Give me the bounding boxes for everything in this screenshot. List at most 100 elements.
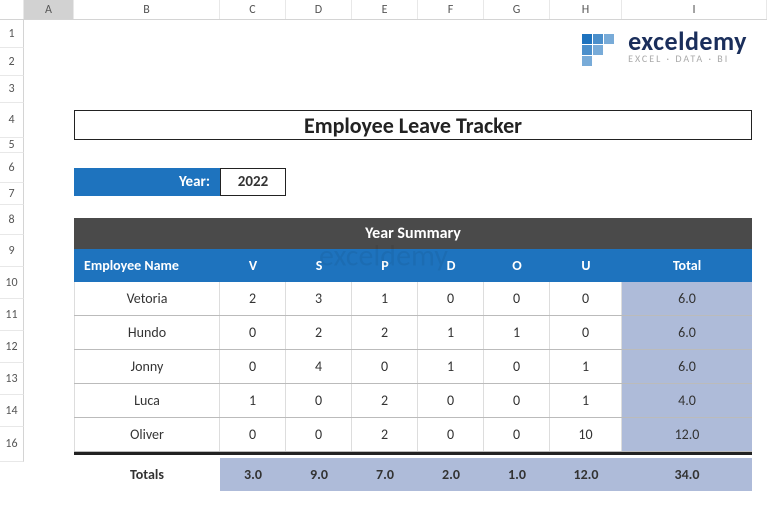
o-cell[interactable]: 0 [484, 350, 550, 383]
v-cell[interactable]: 0 [220, 350, 286, 383]
u-cell[interactable]: 1 [550, 350, 622, 383]
select-all-cell[interactable] [0, 0, 24, 19]
year-label: Year: [74, 168, 220, 196]
col-C[interactable]: C [220, 0, 286, 19]
page-title: Employee Leave Tracker [74, 110, 752, 140]
v-cell[interactable]: 0 [220, 418, 286, 451]
header-o: O [484, 249, 550, 282]
row-14[interactable]: 14 [0, 395, 24, 427]
row-2[interactable]: 2 [0, 48, 24, 76]
col-E[interactable]: E [352, 0, 418, 19]
p-cell[interactable]: 1 [352, 282, 418, 315]
v-cell[interactable]: 1 [220, 384, 286, 417]
table-row: Oliver002001012.0 [74, 418, 752, 452]
employee-name-cell[interactable]: Jonny [74, 350, 220, 383]
year-value-cell[interactable]: 2022 [220, 168, 286, 196]
header-u: U [550, 249, 622, 282]
header-employee-name: Employee Name [74, 249, 220, 282]
table-row: Hundo0221106.0 [74, 316, 752, 350]
totals-label: Totals [74, 458, 220, 491]
employee-name-cell[interactable]: Hundo [74, 316, 220, 349]
row-4[interactable]: 4 [0, 103, 24, 138]
o-cell[interactable]: 1 [484, 316, 550, 349]
totals-p[interactable]: 7.0 [352, 458, 418, 491]
row-headers: 123456789101112131416 [0, 20, 24, 462]
totals-v[interactable]: 3.0 [220, 458, 286, 491]
d-cell[interactable]: 1 [418, 350, 484, 383]
p-cell[interactable]: 2 [352, 316, 418, 349]
d-cell[interactable]: 0 [418, 418, 484, 451]
table-row: Vetoria2310006.0 [74, 282, 752, 316]
logo-title: exceldemy [628, 28, 747, 54]
col-H[interactable]: H [550, 0, 622, 19]
row-8[interactable]: 8 [0, 205, 24, 235]
row-5[interactable]: 5 [0, 138, 24, 153]
table-row: Luca1020014.0 [74, 384, 752, 418]
header-p: P [352, 249, 418, 282]
p-cell[interactable]: 2 [352, 418, 418, 451]
logo-mark-icon [582, 26, 622, 66]
column-headers: A B C D E F G H I [0, 0, 767, 20]
header-v: V [220, 249, 286, 282]
o-cell[interactable]: 0 [484, 282, 550, 315]
row-12[interactable]: 12 [0, 331, 24, 363]
year-summary-table: Year Summary Employee Name V S P D O U T… [74, 218, 752, 491]
row-10[interactable]: 10 [0, 267, 24, 299]
col-F[interactable]: F [418, 0, 484, 19]
o-cell[interactable]: 0 [484, 384, 550, 417]
totals-u[interactable]: 12.0 [550, 458, 622, 491]
row-16[interactable]: 16 [0, 427, 24, 462]
total-cell[interactable]: 4.0 [622, 384, 752, 417]
header-s: S [286, 249, 352, 282]
total-cell[interactable]: 6.0 [622, 282, 752, 315]
table-row: Jonny0401016.0 [74, 350, 752, 384]
header-d: D [418, 249, 484, 282]
employee-name-cell[interactable]: Oliver [74, 418, 220, 451]
total-cell[interactable]: 6.0 [622, 350, 752, 383]
d-cell[interactable]: 1 [418, 316, 484, 349]
s-cell[interactable]: 0 [286, 418, 352, 451]
col-B[interactable]: B [74, 0, 220, 19]
o-cell[interactable]: 0 [484, 418, 550, 451]
col-I[interactable]: I [622, 0, 767, 19]
totals-row: Totals 3.0 9.0 7.0 2.0 1.0 12.0 34.0 [74, 458, 752, 491]
s-cell[interactable]: 4 [286, 350, 352, 383]
total-cell[interactable]: 6.0 [622, 316, 752, 349]
row-9[interactable]: 9 [0, 235, 24, 267]
total-cell[interactable]: 12.0 [622, 418, 752, 451]
year-row: Year: 2022 [74, 168, 286, 196]
row-13[interactable]: 13 [0, 363, 24, 395]
employee-name-cell[interactable]: Vetoria [74, 282, 220, 315]
row-1[interactable]: 1 [0, 20, 24, 48]
u-cell[interactable]: 10 [550, 418, 622, 451]
logo-subtitle: EXCEL · DATA · BI [628, 54, 747, 64]
u-cell[interactable]: 0 [550, 316, 622, 349]
v-cell[interactable]: 0 [220, 316, 286, 349]
u-cell[interactable]: 0 [550, 282, 622, 315]
d-cell[interactable]: 0 [418, 282, 484, 315]
s-cell[interactable]: 0 [286, 384, 352, 417]
row-7[interactable]: 7 [0, 183, 24, 205]
employee-name-cell[interactable]: Luca [74, 384, 220, 417]
p-cell[interactable]: 2 [352, 384, 418, 417]
summary-title: Year Summary [74, 218, 752, 249]
s-cell[interactable]: 3 [286, 282, 352, 315]
summary-header-row: Employee Name V S P D O U Total [74, 249, 752, 282]
totals-d[interactable]: 2.0 [418, 458, 484, 491]
row-3[interactable]: 3 [0, 76, 24, 103]
header-total: Total [622, 249, 752, 282]
p-cell[interactable]: 0 [352, 350, 418, 383]
v-cell[interactable]: 2 [220, 282, 286, 315]
row-11[interactable]: 11 [0, 299, 24, 331]
s-cell[interactable]: 2 [286, 316, 352, 349]
totals-s[interactable]: 9.0 [286, 458, 352, 491]
totals-total[interactable]: 34.0 [622, 458, 752, 491]
totals-o[interactable]: 1.0 [484, 458, 550, 491]
col-A[interactable]: A [24, 0, 74, 19]
col-G[interactable]: G [484, 0, 550, 19]
d-cell[interactable]: 0 [418, 384, 484, 417]
col-D[interactable]: D [286, 0, 352, 19]
u-cell[interactable]: 1 [550, 384, 622, 417]
brand-logo: exceldemy EXCEL · DATA · BI [582, 26, 747, 66]
row-6[interactable]: 6 [0, 153, 24, 183]
